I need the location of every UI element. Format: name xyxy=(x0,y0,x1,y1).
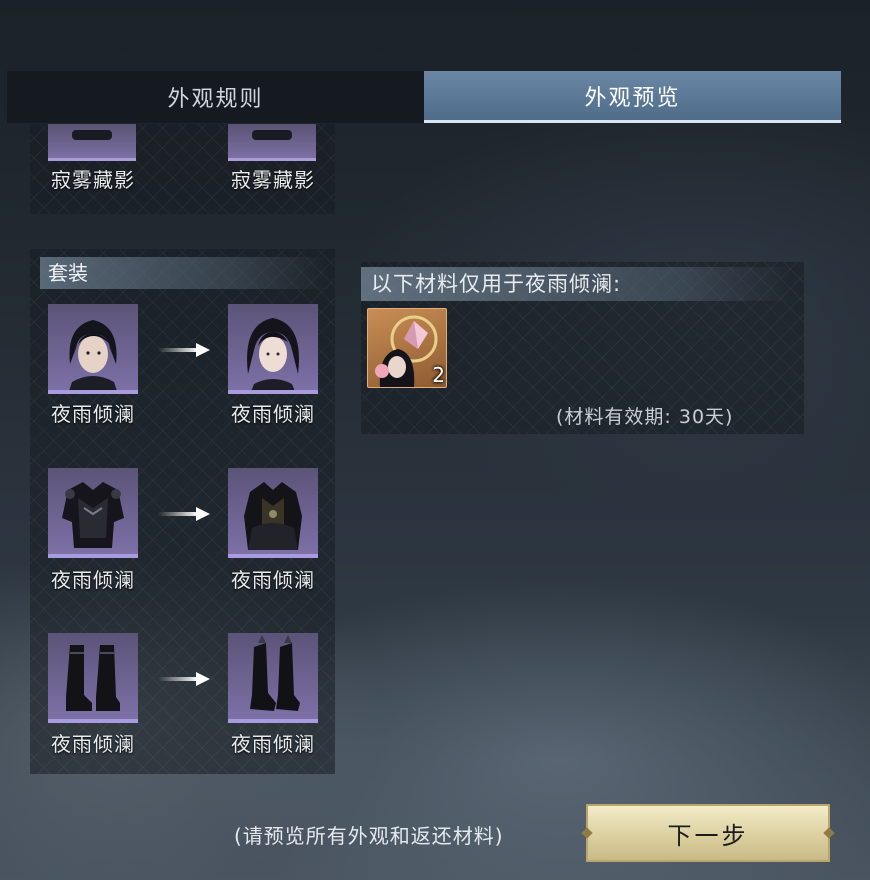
hairstyle-token-icon[interactable]: 2 xyxy=(367,308,447,388)
materials-header: 以下材料仅用于夜雨倾澜: xyxy=(361,267,791,301)
item-label: 夜雨倾澜 xyxy=(51,732,135,756)
item-thumb-partial[interactable] xyxy=(48,124,136,161)
arrow-right-icon xyxy=(158,507,210,521)
item-label: 夜雨倾澜 xyxy=(231,732,315,756)
item-label: 寂雾藏影 xyxy=(231,168,315,192)
armor-outfit-icon[interactable] xyxy=(228,468,318,558)
materials-panel: 以下材料仅用于夜雨倾澜: 2 (材料有效期: 30天) xyxy=(361,262,804,434)
boots-icon[interactable] xyxy=(48,633,138,723)
tab-bar: 外观规则 外观预览 xyxy=(7,71,841,123)
arrow-right-icon xyxy=(158,672,210,686)
armor-outfit-icon[interactable] xyxy=(48,468,138,558)
arrow-right-icon xyxy=(158,343,210,357)
hair-female-icon[interactable] xyxy=(48,304,138,394)
appearance-list-panel: 寂雾藏影 寂雾藏影 套装 夜雨倾澜 夜雨倾澜 夜雨倾澜 夜雨倾澜 夜雨倾澜 夜雨… xyxy=(30,124,335,774)
material-count: 2 xyxy=(432,363,445,387)
tab-appearance-preview[interactable]: 外观预览 xyxy=(424,71,841,123)
preview-hint-text: (请预览所有外观和返还材料) xyxy=(234,824,504,848)
item-thumb-partial[interactable] xyxy=(228,124,316,161)
tab-appearance-rules[interactable]: 外观规则 xyxy=(7,71,424,123)
set-section-title: 套装 xyxy=(40,257,330,289)
item-label: 寂雾藏影 xyxy=(51,168,135,192)
hair-female-icon[interactable] xyxy=(228,304,318,394)
item-label: 夜雨倾澜 xyxy=(51,402,135,426)
material-validity-text: (材料有效期: 30天) xyxy=(556,406,734,428)
item-label: 夜雨倾澜 xyxy=(51,568,135,592)
boots-icon[interactable] xyxy=(228,633,318,723)
item-label: 夜雨倾澜 xyxy=(231,402,315,426)
next-step-button[interactable]: 下一步 xyxy=(586,804,830,862)
item-label: 夜雨倾澜 xyxy=(231,568,315,592)
previous-items-strip: 寂雾藏影 寂雾藏影 xyxy=(30,124,335,214)
